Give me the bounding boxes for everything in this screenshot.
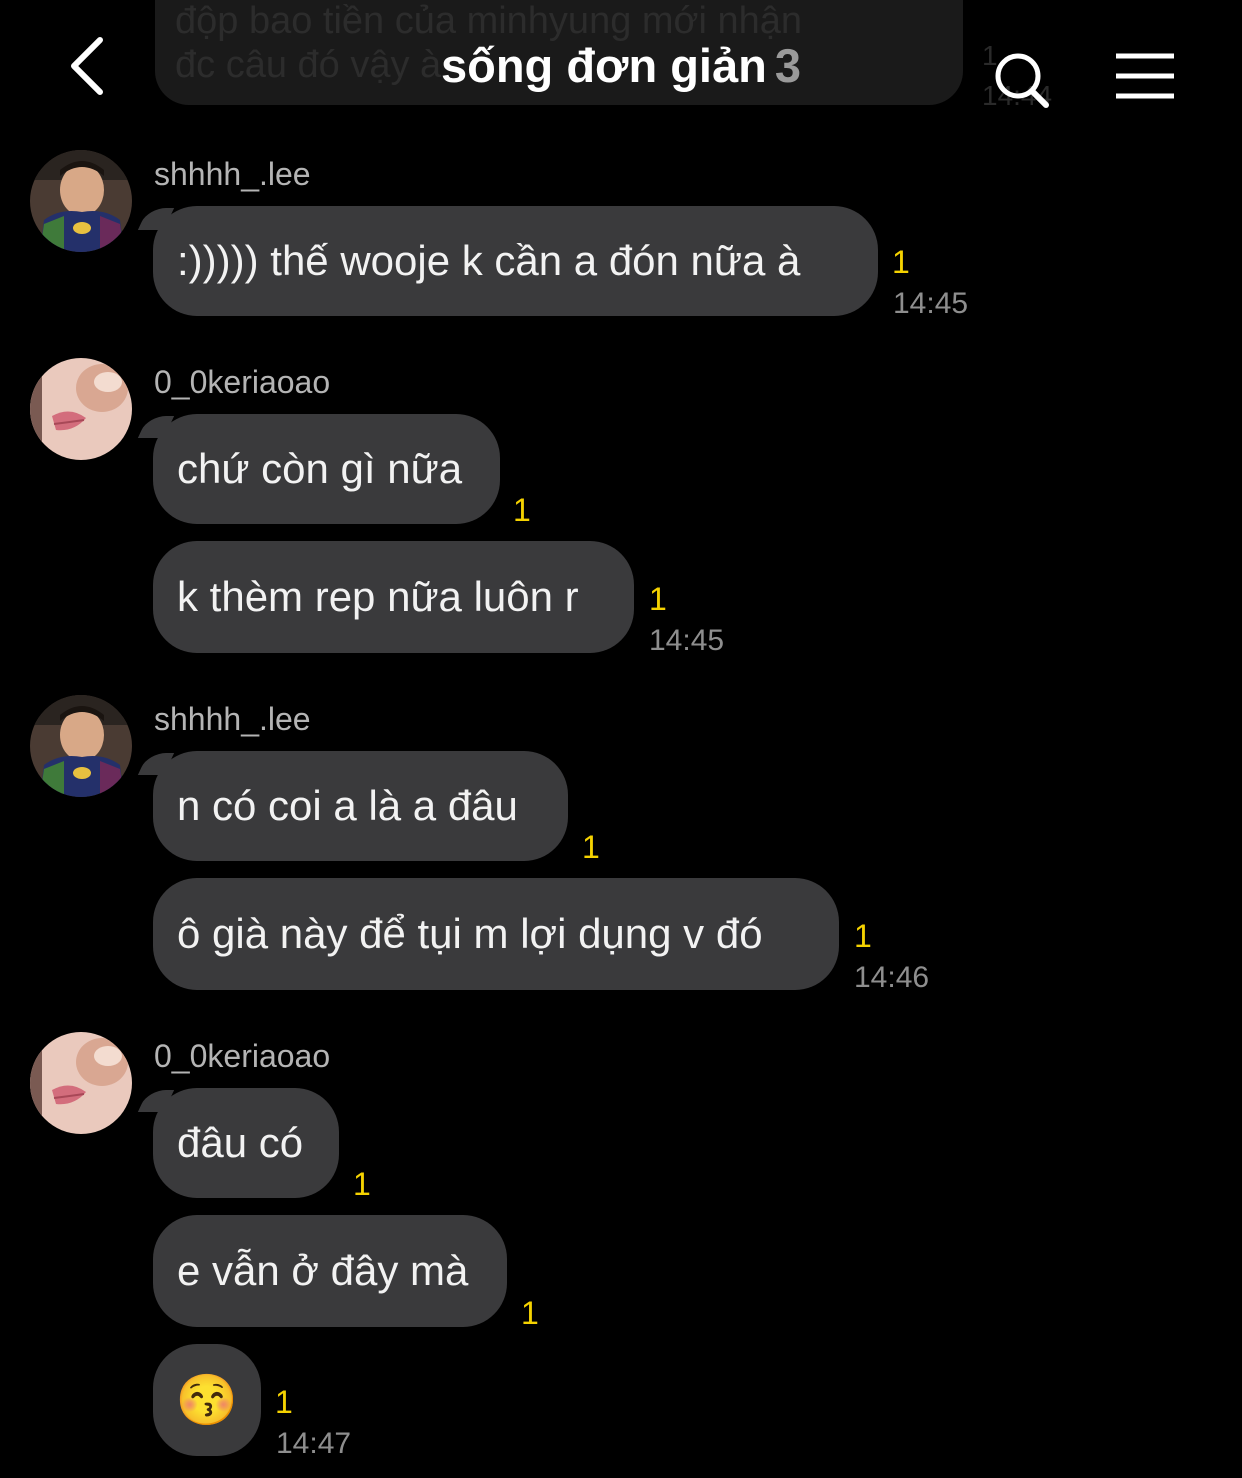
chevron-left-icon xyxy=(71,37,103,95)
chat-room-name: sống đơn giản xyxy=(441,39,767,92)
message-bubble[interactable]: e vẫn ở đây mà xyxy=(153,1215,507,1327)
unread-count: 1 xyxy=(892,244,910,280)
avatar-photo xyxy=(30,695,132,797)
search-icon xyxy=(995,53,1049,108)
avatar[interactable] xyxy=(30,150,132,252)
message-timestamp: 14:45 xyxy=(649,624,725,657)
message-timestamp: 14:47 xyxy=(276,1427,352,1460)
unread-count: 1 xyxy=(275,1384,293,1420)
avatar-photo xyxy=(30,150,132,252)
unread-count: 1 xyxy=(649,581,667,617)
message-bubble[interactable]: :))))) thế wooje k cần a đón nữa à xyxy=(153,206,878,316)
sender-name: 0_0keriaoao xyxy=(154,364,331,400)
sender-name: shhhh_.lee xyxy=(154,701,311,737)
message-bubble[interactable]: đâu có xyxy=(153,1088,339,1198)
message-bubble[interactable]: n có coi a là a đâu xyxy=(153,751,568,861)
member-count: 3 xyxy=(774,39,801,92)
message-timestamp: 14:45 xyxy=(893,287,969,320)
message-text: chứ còn gì nữa xyxy=(177,445,463,492)
unread-count: 1 xyxy=(582,829,600,865)
unread-count: 1 xyxy=(854,918,872,954)
unread-count: 1 xyxy=(353,1166,371,1202)
menu-icon xyxy=(1116,53,1174,99)
sender-name: 0_0keriaoao xyxy=(154,1038,331,1074)
back-button[interactable] xyxy=(62,32,122,102)
unread-count: 1 xyxy=(521,1295,539,1331)
message-bubble[interactable]: ô già này để tụi m lợi dụng v đó xyxy=(153,878,839,990)
message-bubble[interactable]: k thèm rep nữa luôn r xyxy=(153,541,634,653)
message-timestamp: 14:46 xyxy=(854,961,930,994)
avatar[interactable] xyxy=(30,358,132,460)
message-text: n có coi a là a đâu xyxy=(177,782,518,829)
avatar-photo xyxy=(30,1032,132,1134)
avatar[interactable] xyxy=(30,695,132,797)
message-text: ô già này để tụi m lợi dụng v đó xyxy=(177,910,763,957)
kissing-face-emoji: 😚 xyxy=(175,1371,239,1428)
chat-title: sống đơn giản 3 xyxy=(300,36,942,96)
chat-header: sống đơn giản 3 xyxy=(0,0,1242,135)
message-text: đâu có xyxy=(177,1119,304,1166)
message-text: k thèm rep nữa luôn r xyxy=(177,573,579,620)
sender-name: shhhh_.lee xyxy=(154,156,311,192)
message-text: e vẫn ở đây mà xyxy=(177,1247,469,1294)
unread-count: 1 xyxy=(513,492,531,528)
emoji-message-bubble[interactable]: 😚 xyxy=(153,1344,261,1456)
message-bubble[interactable]: chứ còn gì nữa xyxy=(153,414,500,524)
avatar-photo xyxy=(30,358,132,460)
message-text: :))))) thế wooje k cần a đón nữa à xyxy=(177,237,801,284)
avatar[interactable] xyxy=(30,1032,132,1134)
search-button[interactable] xyxy=(990,50,1054,110)
menu-button[interactable] xyxy=(1112,50,1178,102)
